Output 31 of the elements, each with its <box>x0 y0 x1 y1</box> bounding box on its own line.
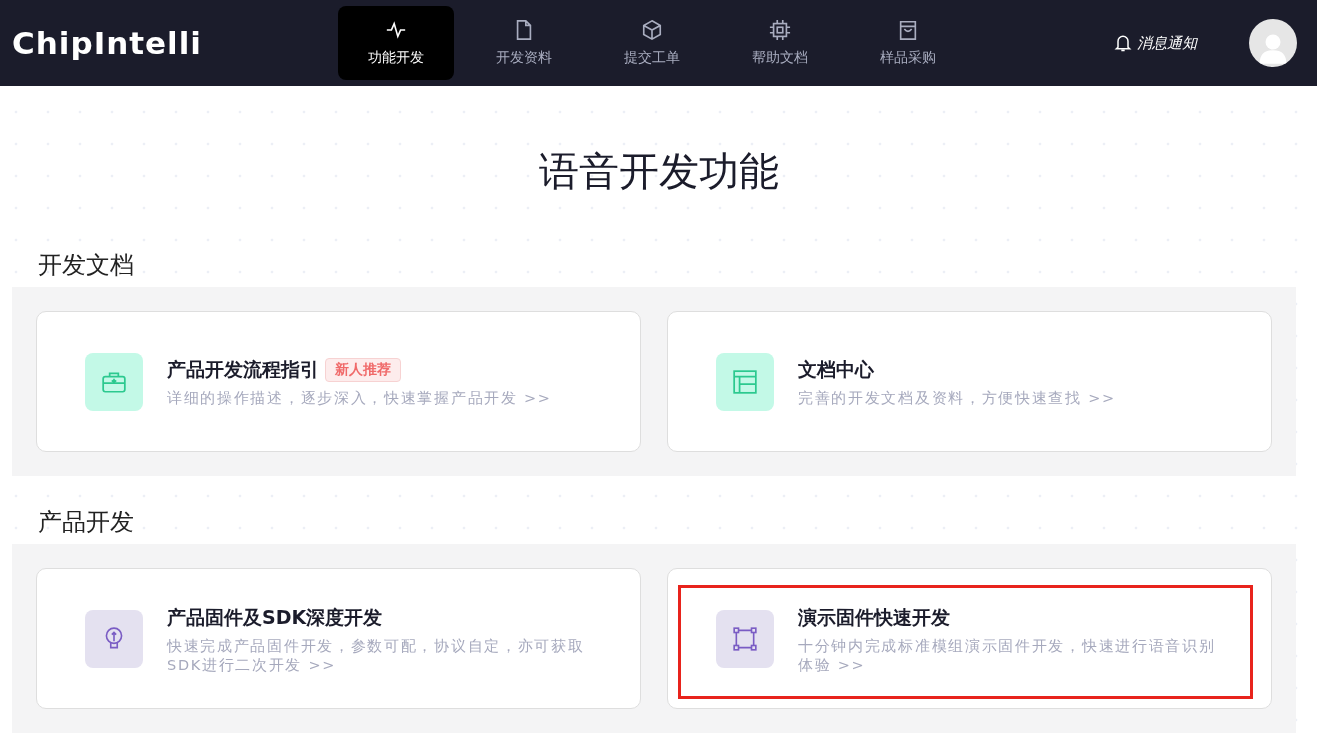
nav-tab[interactable]: 提交工单 <box>594 6 710 80</box>
feature-card[interactable]: 文档中心 完善的开发文档及资料，方便快速查找 >> <box>667 311 1272 452</box>
card-title: 产品开发流程指引 <box>167 357 319 382</box>
card-title: 产品固件及SDK深度开发 <box>167 604 383 630</box>
brand-logo[interactable]: ChipIntelli <box>12 25 338 61</box>
avatar[interactable] <box>1249 19 1297 67</box>
nav-tab[interactable]: 开发资料 <box>466 6 582 80</box>
section-title: 产品开发 <box>38 507 135 538</box>
frame-icon <box>732 625 758 652</box>
card-description: 十分钟内完成标准模组演示固件开发，快速进行语音识别体验 >> <box>798 636 1217 675</box>
card-description: 完善的开发文档及资料，方便快速查找 >> <box>798 389 1117 408</box>
pulse-icon <box>385 19 407 41</box>
card-description: 快速完成产品固件开发，参数可配，协议自定，亦可获取SDK进行二次开发 >> <box>167 636 586 675</box>
new-user-badge: 新人推荐 <box>325 358 401 382</box>
layout-icon <box>732 368 758 395</box>
notification-link[interactable]: 消息通知 <box>1137 33 1197 53</box>
card-title: 演示固件快速开发 <box>798 604 950 630</box>
nav-tab[interactable]: 样品采购 <box>850 6 966 80</box>
bell-icon[interactable] <box>1113 33 1133 53</box>
card-title: 文档中心 <box>798 357 874 382</box>
cube-icon <box>641 19 663 41</box>
page-title: 语音开发功能 <box>537 147 780 196</box>
nav-tab[interactable]: 帮助文档 <box>722 6 838 80</box>
nav-tab[interactable]: 功能开发 <box>338 6 454 80</box>
shopping-bag-icon <box>897 19 919 41</box>
section-title: 开发文档 <box>38 250 135 281</box>
card-description: 详细的操作描述，逐步深入，快速掌握产品开发 >> <box>167 389 553 408</box>
feature-card[interactable]: 产品开发流程指引 新人推荐 详细的操作描述，逐步深入，快速掌握产品开发 >> <box>36 311 641 452</box>
feature-card[interactable]: 演示固件快速开发 十分钟内完成标准模组演示固件开发，快速进行语音识别体验 >> <box>667 568 1272 709</box>
chip-icon <box>769 19 791 41</box>
feature-card[interactable]: 产品固件及SDK深度开发 快速完成产品固件开发，参数可配，协议自定，亦可获取SDK进行二次开发 >> <box>36 568 641 709</box>
